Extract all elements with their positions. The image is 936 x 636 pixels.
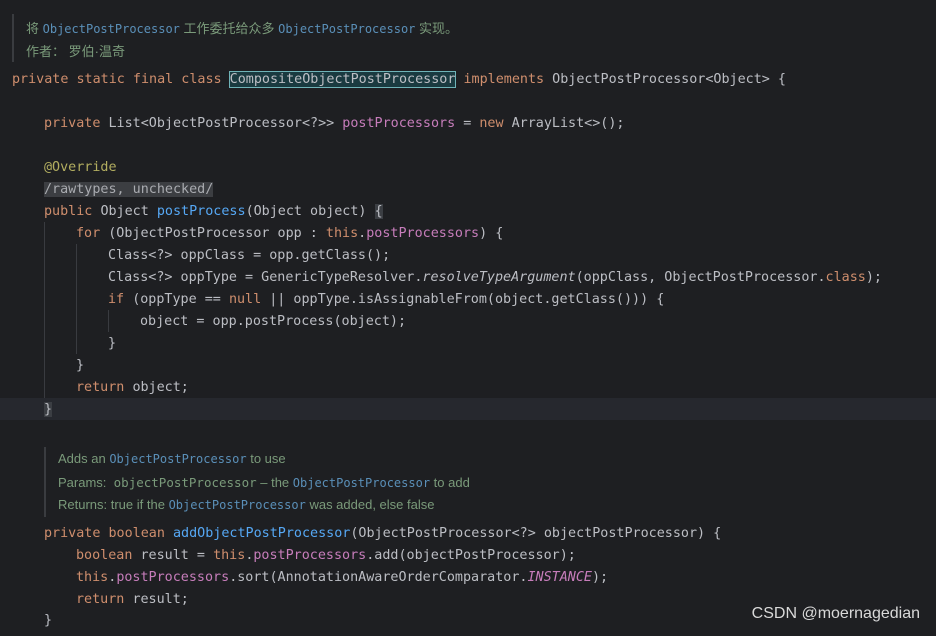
type: List<ObjectPostProcessor<?>> [108,116,343,131]
keyword: this [325,226,359,241]
doc-link[interactable]: ObjectPostProcessor [293,476,430,490]
field-name[interactable]: postProcessors [116,570,229,585]
doc-param: objectPostProcessor [113,475,257,490]
method-name[interactable]: postProcess [157,204,246,219]
doc-text: Adds an [58,451,110,466]
code-line-close-method-add[interactable]: } [44,610,52,632]
code-line-return-object[interactable]: return object; [76,377,189,399]
code-line-suppress-warnings[interactable]: /rawtypes, unchecked/ [44,179,214,201]
class-doc-line-1: 将 ObjectPostProcessor 工作委托给众多 ObjectPost… [26,18,458,37]
code-text: (oppType == [132,292,229,307]
field-name[interactable]: postProcessors [342,116,455,131]
method-doc-line-3: Returns: true if the ObjectPostProcessor… [58,497,434,512]
csdn-watermark: CSDN @moernagedian [751,605,920,622]
static-method-name[interactable]: resolveTypeArgument [422,270,575,285]
field-name[interactable]: postProcessors [253,548,366,563]
type: Object [100,204,157,219]
code-line-method-add[interactable]: private boolean addObjectPostProcessor(O… [44,523,721,545]
keyword: this [76,570,109,585]
indent-guide [76,244,77,354]
doc-text: 将 [26,21,43,36]
params: (Object object) [245,204,375,219]
keyword: public [44,204,101,219]
operator: = [455,116,480,131]
code-line-return-result[interactable]: return result; [76,589,189,611]
keyword: if [108,292,133,307]
doc-link[interactable]: ObjectPostProcessor [43,22,180,36]
keyword: implements [455,72,553,87]
code-line-method-postprocess[interactable]: public Object postProcess(Object object)… [44,201,383,223]
field-name[interactable]: postProcessors [366,226,479,241]
doc-text: – the [256,475,293,490]
keyword: private boolean [44,526,173,541]
keyword: for [76,226,109,241]
code-line-annotation[interactable]: @Override [44,157,117,179]
method-doc-line-1: Adds an ObjectPostProcessor to use [58,451,286,466]
code-line-if[interactable]: if (oppType == null || oppType.isAssigna… [108,289,664,311]
code-line-boolean-result[interactable]: boolean result = this.postProcessors.add… [76,545,576,567]
code-text: Class<?> oppType = GenericTypeResolver. [108,270,423,285]
keyword: private static final class [12,72,230,87]
code-line-for[interactable]: for (ObjectPostProcessor opp : this.post… [76,223,503,245]
code-text: .sort(AnnotationAwareOrderComparator. [229,570,528,585]
code-text: || oppType.isAssignableFrom(object.getCl… [261,292,665,307]
interface-type: ObjectPostProcessor<Object> { [552,72,786,87]
class-doc-line-2: 作者： 罗伯·温奇 [26,44,125,59]
code-line-sort[interactable]: this.postProcessors.sort(AnnotationAware… [76,567,608,589]
initializer: ArrayList<>(); [511,116,625,131]
code-line-close-for[interactable]: } [76,355,84,377]
doc-text: 工作委托给众多 [179,21,279,36]
code-line-class-decl[interactable]: private static final class CompositeObje… [12,69,786,91]
static-constant[interactable]: INSTANCE [527,570,592,585]
keyword: class [825,270,866,285]
indent-guide [108,310,109,332]
indent-guide [44,222,45,398]
method-name[interactable]: addObjectPostProcessor [173,526,350,541]
method-doc-comment: Adds an ObjectPostProcessor to use Param… [44,447,566,517]
class-doc-comment: 将 ObjectPostProcessor 工作委托给众多 ObjectPost… [12,14,614,62]
code-line-close-if[interactable]: } [108,333,116,355]
doc-link[interactable]: ObjectPostProcessor [169,498,306,512]
suppress-warnings-folded[interactable]: /rawtypes, unchecked/ [44,182,214,197]
code-text: (ObjectPostProcessor opp : [108,226,326,241]
code-line-close-method[interactable]: } [44,399,53,421]
code-text: ) { [479,226,504,241]
doc-text: was added, else false [305,497,435,512]
code-text: .add(objectPostProcessor); [366,548,576,563]
doc-link[interactable]: ObjectPostProcessor [109,452,246,466]
code-text: result; [132,592,189,607]
code-line-opp-type[interactable]: Class<?> oppType = GenericTypeResolver.r… [108,267,882,289]
doc-link[interactable]: ObjectPostProcessor [278,22,415,36]
code-text: ); [591,570,609,585]
code-line-opp-class[interactable]: Class<?> oppClass = opp.getClass(); [108,245,390,267]
keyword: private [44,116,109,131]
code-line-assign[interactable]: object = opp.postProcess(object); [140,311,406,333]
keyword: boolean [76,548,141,563]
doc-text: to add [430,475,470,490]
keyword: return [76,380,133,395]
class-name[interactable]: CompositeObjectPostProcessor [228,71,457,88]
method-doc-line-2: Params: objectPostProcessor – the Object… [58,475,470,490]
doc-text: to use [246,451,286,466]
doc-label: Params: [58,475,111,490]
code-text: result = [140,548,214,563]
code-text: ); [865,270,882,285]
keyword: new [479,116,512,131]
keyword: this [213,548,246,563]
brace-matched: { [374,204,383,219]
brace-matched: } [44,402,53,417]
params: (ObjectPostProcessor<?> objectPostProces… [350,526,722,541]
keyword: return [76,592,133,607]
code-text: (oppClass, ObjectPostProcessor. [575,270,826,285]
code-text: object; [132,380,189,395]
keyword: null [228,292,262,307]
doc-text: 实现。 [415,21,459,36]
code-line-field[interactable]: private List<ObjectPostProcessor<?>> pos… [44,113,624,135]
doc-text: Returns: true if the [58,497,169,512]
current-line-highlight [0,398,936,420]
